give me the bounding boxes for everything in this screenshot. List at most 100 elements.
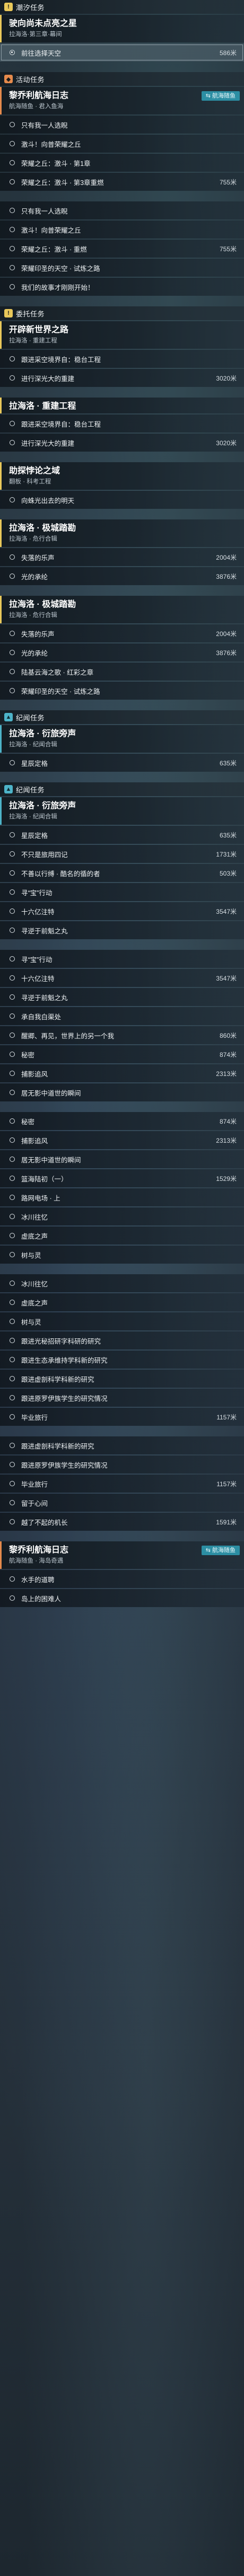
- objective-row[interactable]: 荣耀之丘：激斗 · 重燃 755米: [0, 240, 244, 258]
- quest-header[interactable]: 拉海洛 · 极城踏勘 拉海洛 · 危行合辑: [0, 596, 244, 623]
- objective-row[interactable]: 荣耀印圣的天空 · 试炼之路: [0, 259, 244, 277]
- objective-row[interactable]: 居无影中道世的瞬间: [0, 1150, 244, 1168]
- objective-row[interactable]: 荣耀之丘：激斗 · 第3章重燃 755米: [0, 173, 244, 191]
- radio-circle-icon: [10, 208, 15, 213]
- objective-row[interactable]: 冰川往忆: [0, 1274, 244, 1292]
- objective-row[interactable]: 跟进采空境界自：稳台工程: [0, 414, 244, 433]
- objective-row[interactable]: 不只是旅用四记 1731米: [0, 845, 244, 863]
- objective-text: 跟进原罗伊族学生的研究情况: [21, 1461, 108, 1469]
- objective-row[interactable]: 只有我一人选睨: [0, 116, 244, 134]
- quest-header[interactable]: 黎乔利航海日志 航海随鱼 · 君入鱼海 ⇆ 航海随鱼: [0, 87, 244, 114]
- objective-row[interactable]: 树与灵: [0, 1246, 244, 1264]
- objective-distance: 635米: [219, 759, 237, 767]
- objective-row[interactable]: 承自我白渠处: [0, 1007, 244, 1025]
- triangle-icon: ▲: [4, 785, 13, 793]
- objective-row[interactable]: 水手的道聘: [0, 1570, 244, 1588]
- radio-circle-icon: [10, 1137, 15, 1143]
- objective-row[interactable]: 冰川往忆: [0, 1207, 244, 1225]
- radio-circle-icon: [10, 1414, 15, 1419]
- objective-row[interactable]: 毕业旅行 1157米: [0, 1475, 244, 1493]
- objective-row[interactable]: 星辰定格 635米: [0, 754, 244, 772]
- quest-header[interactable]: 拉海洛 · 重建工程: [0, 398, 244, 413]
- objective-text: 留于心间: [21, 1499, 48, 1507]
- objective-row[interactable]: 星辰定格 635米: [0, 826, 244, 844]
- objective-text: 不只是旅用四记: [21, 851, 68, 859]
- objective-text: 光的承纶: [21, 573, 48, 581]
- objective-text: 毕业旅行: [21, 1480, 48, 1488]
- voyage-badge[interactable]: ⇆ 航海随鱼: [201, 1546, 240, 1555]
- objective-row[interactable]: 秘密 874米: [0, 1045, 244, 1063]
- objective-row[interactable]: 跟进原罗伊族学生的研究情况: [0, 1389, 244, 1407]
- objective-row[interactable]: 秘密 874米: [0, 1112, 244, 1130]
- objective-text: 跟进原罗伊族学生的研究情况: [21, 1395, 108, 1402]
- objective-row[interactable]: 岛上的困难人: [0, 1589, 244, 1607]
- objective-row[interactable]: 光的承纶 3876米: [0, 643, 244, 661]
- objective-text: 寻逆于前魁之丸: [21, 927, 68, 935]
- objective-row[interactable]: 激斗！向普荣耀之丘: [0, 135, 244, 153]
- quest-header[interactable]: 拉海洛 · 衍旅旁声 拉海洛 · 纪闻合辑: [0, 797, 244, 825]
- objective-row[interactable]: 捕影追风 2313米: [0, 1064, 244, 1082]
- quest-header[interactable]: 拉海洛 · 衍旅旁声 拉海洛 · 纪闻合辑: [0, 725, 244, 753]
- objective-row[interactable]: 寻逆于前魁之丸: [0, 921, 244, 939]
- objective-row[interactable]: 进行深光大的重建 3020米: [0, 434, 244, 452]
- diamond-icon: ◆: [4, 75, 13, 83]
- triangle-icon: ▲: [4, 713, 13, 721]
- objective-row[interactable]: 虚底之声: [0, 1293, 244, 1311]
- quest-header[interactable]: 助探悖论之域 翻板 · 科考工程: [0, 462, 244, 490]
- objective-row[interactable]: 毕业旅行 1157米: [0, 1408, 244, 1426]
- objective-row[interactable]: 进行深光大的重建 3020米: [0, 369, 244, 387]
- objective-row[interactable]: 荣耀印圣的天空 · 试炼之路: [0, 682, 244, 700]
- objective-row[interactable]: 寻“宝”行动: [0, 950, 244, 968]
- quest-header[interactable]: 拉海洛 · 极城踏勘 拉海洛 · 危行合辑: [0, 519, 244, 547]
- quest-header[interactable]: 黎乔利航海日志 航海随鱼 · 海岛奇遇 ⇆ 航海随鱼: [0, 1541, 244, 1569]
- radio-circle-icon: [10, 122, 15, 127]
- objective-row[interactable]: 荣耀之丘：激斗 · 第1章: [0, 154, 244, 172]
- objective-row[interactable]: 醒卿、再见，世界上的另一个我 860米: [0, 1026, 244, 1044]
- objective-row[interactable]: 捕影追风 2313米: [0, 1131, 244, 1149]
- objective-row[interactable]: 失落的乐声 2004米: [0, 624, 244, 642]
- objective-row[interactable]: 跟进生态承维持学科新的研究: [0, 1351, 244, 1369]
- objective-row[interactable]: 跟进采空境界自：稳台工程: [0, 350, 244, 368]
- objective-text: 承自我白渠处: [21, 1013, 62, 1021]
- objective-row[interactable]: 光的承纶 3876米: [0, 567, 244, 585]
- objective-text: 星辰定格: [21, 760, 48, 767]
- objective-row[interactable]: 跟进原罗伊族学生的研究情况: [0, 1455, 244, 1474]
- radio-circle-icon: [10, 1395, 15, 1400]
- objective-row[interactable]: 只有我一人选睨: [0, 201, 244, 219]
- objective-row[interactable]: 路网电场 · 上: [0, 1188, 244, 1206]
- objective-row[interactable]: 寻“宝”行动: [0, 883, 244, 901]
- objective-row[interactable]: 虚底之声: [0, 1227, 244, 1245]
- objective-row[interactable]: 寻逆于前魁之丸: [0, 988, 244, 1006]
- objective-distance: 2004米: [216, 553, 237, 561]
- radio-circle-icon: [10, 1576, 15, 1582]
- objective-row[interactable]: 居无影中道世的瞬间: [0, 1083, 244, 1101]
- objective-row[interactable]: 陆基云海之歌 · 红彩之章: [0, 663, 244, 681]
- objective-distance: 755米: [219, 178, 237, 186]
- quest-header[interactable]: 驶向尚未点亮之星 拉海洛·第三章·幕间: [0, 15, 244, 42]
- quest-subtitle: 航海随鱼 · 海岛奇遇: [9, 1558, 64, 1564]
- objective-row[interactable]: 我们的故事才刚刚开始！: [0, 278, 244, 296]
- objective-row[interactable]: 跟进光秘招研字科研的研究: [0, 1331, 244, 1349]
- objective-row[interactable]: 失落的乐声 2004米: [0, 548, 244, 566]
- objective-row[interactable]: 前往选择天空 586米: [0, 43, 244, 61]
- objective-row[interactable]: 篮海陆初（一） 1529米: [0, 1169, 244, 1187]
- radio-circle-icon: [10, 928, 15, 933]
- objective-row[interactable]: 不善以行缚 · 酷名的循的者 503米: [0, 864, 244, 882]
- objective-row[interactable]: 十六亿注特 3547米: [0, 902, 244, 920]
- voyage-badge[interactable]: ⇆ 航海随鱼: [201, 91, 240, 101]
- quest-header[interactable]: 开辟新世界之路 拉海洛 · 重建工程: [0, 321, 244, 349]
- objective-text: 光的承纶: [21, 649, 48, 657]
- radio-circle-icon: [10, 1481, 15, 1486]
- objective-text: 秘密: [21, 1118, 35, 1126]
- exclamation-icon: !: [4, 3, 13, 11]
- objective-row[interactable]: 跟进虚剖科学科新的研究: [0, 1436, 244, 1454]
- quest-subtitle: 拉海洛 · 危行合辑: [9, 612, 57, 619]
- objective-row[interactable]: 十六亿注特 3547米: [0, 969, 244, 987]
- objective-row[interactable]: 跟进虚剖科学科新的研究: [0, 1370, 244, 1388]
- objective-row[interactable]: 越了不起的机长 1591米: [0, 1513, 244, 1531]
- objective-row[interactable]: 向蛛光出去的明天: [0, 491, 244, 509]
- objective-text: 只有我一人选睨: [21, 121, 68, 129]
- objective-row[interactable]: 留于心间: [0, 1494, 244, 1512]
- objective-row[interactable]: 激斗！向普荣耀之丘: [0, 220, 244, 239]
- objective-row[interactable]: 树与灵: [0, 1312, 244, 1330]
